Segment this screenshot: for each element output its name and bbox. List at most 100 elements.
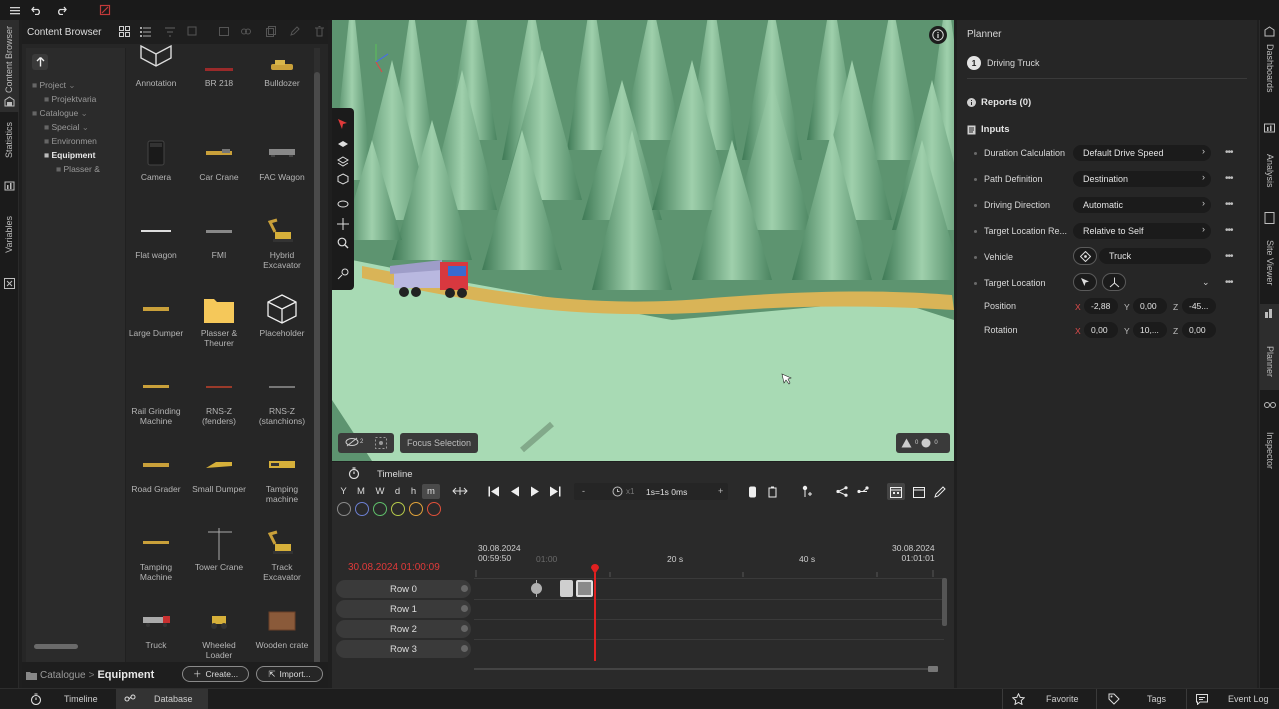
more-options-icon[interactable]: ••• [1225, 147, 1233, 158]
rotation-x-input[interactable]: 0,00 [1084, 322, 1118, 338]
add-marker-icon[interactable] [800, 485, 812, 498]
list-view-icon[interactable] [140, 26, 151, 37]
activity-block[interactable] [560, 580, 573, 597]
redo-icon[interactable] [53, 2, 69, 18]
tag-filter-icon[interactable] [187, 26, 198, 37]
path-definition-dropdown[interactable]: Destination › [1073, 171, 1211, 187]
timeline-row-1[interactable]: Row 1 [336, 600, 471, 618]
rows-scrollbar[interactable] [942, 578, 947, 626]
pencil-icon[interactable] [934, 486, 946, 498]
scale-hour-button[interactable]: h [406, 484, 421, 499]
box-tool-icon[interactable] [337, 173, 349, 185]
scale-day-button[interactable]: d [390, 484, 405, 499]
asset-rail-grinding-machine[interactable]: Rail Grinding Machine [127, 368, 185, 426]
color-filter-orange[interactable] [409, 502, 423, 516]
focus-selection-button[interactable]: Focus Selection [400, 433, 479, 453]
tree-item-plasser[interactable]: ■ Plasser & [56, 164, 100, 174]
tab-content-browser[interactable]: Content Browser [0, 20, 19, 112]
asset-tower-crane[interactable]: Tower Crane [190, 524, 248, 572]
gizmo-location-button[interactable] [1102, 273, 1126, 291]
edit-icon[interactable] [290, 26, 300, 36]
link-icon[interactable] [241, 27, 251, 36]
scale-week-button[interactable]: W [371, 484, 389, 499]
row-visibility-dot[interactable] [461, 625, 468, 632]
tree-item-projektvaria[interactable]: ■ Projektvaria [44, 94, 96, 104]
record-icon[interactable] [97, 2, 113, 18]
clipboard-icon[interactable] [768, 486, 779, 498]
asset-wooden-crate[interactable]: Wooden crate [253, 602, 311, 650]
asset-truck[interactable]: Truck [127, 602, 185, 650]
asset-track-excavator[interactable]: Track Excavator [253, 524, 311, 582]
bottom-tab-timeline[interactable]: Timeline [30, 689, 98, 709]
rotation-z-input[interactable]: 0,00 [1182, 322, 1216, 338]
skip-to-end-icon[interactable] [549, 486, 561, 497]
playhead-handle-icon[interactable] [590, 563, 600, 575]
pin-icon[interactable] [748, 486, 757, 498]
color-filter-green[interactable] [373, 502, 387, 516]
more-options-icon[interactable]: ••• [1225, 277, 1233, 288]
asset-placeholder[interactable]: Placeholder [253, 290, 311, 338]
layer-tool-icon[interactable] [337, 140, 349, 150]
axis-gizmo[interactable] [368, 36, 394, 76]
tree-item-environment[interactable]: ■ Environmen [44, 136, 97, 146]
color-filter-blue[interactable] [355, 502, 369, 516]
fit-width-icon[interactable] [452, 486, 468, 496]
tags-button[interactable]: Tags [1108, 689, 1166, 709]
color-filter-red[interactable] [427, 502, 441, 516]
speed-decrease-button[interactable]: - [582, 486, 585, 496]
asset-grid-scrollbar-thumb[interactable] [314, 72, 320, 668]
target-location-reference-dropdown[interactable]: Relative to Self › [1073, 223, 1211, 239]
skip-to-start-icon[interactable] [488, 486, 500, 497]
asset-car-crane[interactable]: Car Crane [190, 134, 248, 182]
select-tool-icon[interactable] [337, 118, 348, 130]
scale-month-button[interactable]: M [352, 484, 370, 499]
zoom-icon[interactable] [337, 237, 349, 249]
asset-road-grader[interactable]: Road Grader [127, 446, 185, 494]
timeline-row-3[interactable]: Row 3 [336, 640, 471, 658]
asset-tamping-machine-lower[interactable]: Tamping machine [253, 446, 311, 504]
asset-br-218[interactable]: BR 218 [190, 40, 248, 88]
info-button[interactable] [929, 26, 947, 44]
time-step-value[interactable]: 1s=1s 0ms [646, 487, 687, 497]
asset-annotation[interactable]: Annotation [127, 40, 185, 88]
breadcrumb-parent[interactable]: Catalogue [40, 670, 86, 681]
activity-block-selected[interactable] [576, 580, 593, 597]
create-button[interactable]: ＋ Create... [182, 666, 249, 682]
more-options-icon[interactable]: ••• [1225, 173, 1233, 184]
tab-inspector[interactable]: Inspector [1260, 396, 1279, 482]
location-pin-icon[interactable] [337, 268, 349, 280]
show-hidden-icon[interactable] [375, 437, 387, 449]
duplicate-icon[interactable] [266, 26, 276, 37]
delete-icon[interactable] [315, 26, 324, 37]
play-icon[interactable] [530, 486, 540, 497]
collapse-icon[interactable] [219, 27, 229, 36]
reports-section[interactable]: Reports (0) [967, 97, 1031, 108]
position-y-input[interactable]: 0,00 [1133, 298, 1167, 314]
more-options-icon[interactable]: ••• [1225, 251, 1233, 262]
asset-small-dumper[interactable]: Small Dumper [190, 446, 248, 494]
timeline-hscroll-track[interactable] [474, 668, 938, 670]
tree-item-project[interactable]: ■ Project ⌄ [32, 80, 75, 91]
hidden-objects-button[interactable]: 2 [345, 437, 363, 447]
asset-tamping-machine[interactable]: Tamping Machine [127, 524, 185, 582]
asset-rns-z-fenders[interactable]: RNS-Z (fenders) [190, 368, 248, 426]
timeline-row-2[interactable]: Row 2 [336, 620, 471, 638]
color-filter-gray[interactable] [337, 502, 351, 516]
row-visibility-dot[interactable] [461, 585, 468, 592]
asset-rns-z-stanchions[interactable]: RNS-Z (stanchions) [253, 368, 311, 426]
step-back-icon[interactable] [510, 486, 520, 497]
position-z-input[interactable]: -45... [1182, 298, 1216, 314]
row-visibility-dot[interactable] [461, 605, 468, 612]
speed-increase-button[interactable]: + [718, 486, 723, 496]
asset-wheeled-loader[interactable]: Wheeled Loader [190, 602, 248, 660]
filter-icon[interactable] [165, 27, 175, 37]
issues-indicator[interactable]: 0 0 [896, 433, 950, 453]
row-visibility-dot[interactable] [461, 645, 468, 652]
layers-icon[interactable] [337, 156, 349, 168]
driving-direction-dropdown[interactable]: Automatic › [1073, 197, 1211, 213]
asset-flat-wagon[interactable]: Flat wagon [127, 212, 185, 260]
menu-icon[interactable] [7, 2, 23, 18]
more-options-icon[interactable]: ••• [1225, 225, 1233, 236]
undo-icon[interactable] [29, 2, 45, 18]
event-log-button[interactable]: Event Log [1196, 689, 1269, 709]
